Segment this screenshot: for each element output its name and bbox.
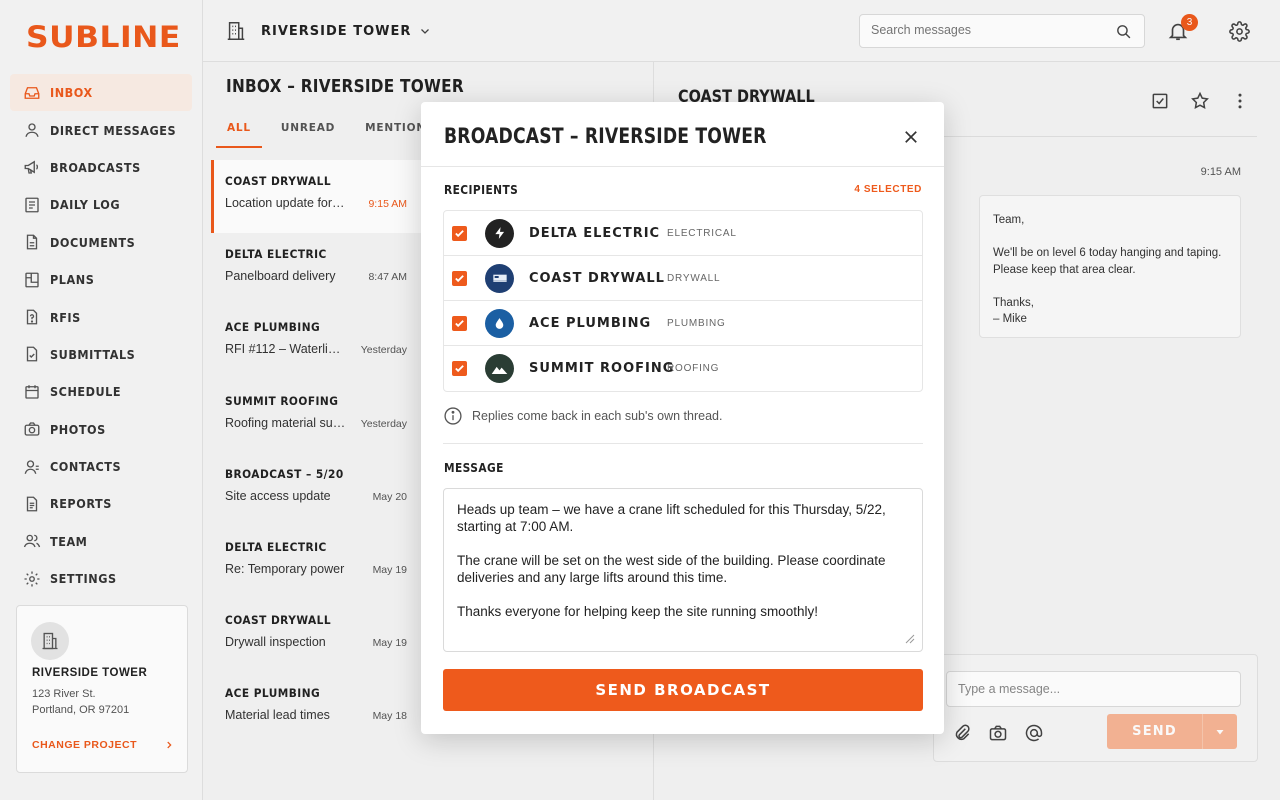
resize-grip-icon[interactable] bbox=[905, 634, 915, 644]
recipient-trade: PLUMBING bbox=[667, 317, 726, 329]
broadcast-message-textarea[interactable]: Heads up team – we have a crane lift sch… bbox=[443, 488, 923, 652]
recipient-row-summit-roofing[interactable]: SUMMIT ROOFING ROOFING bbox=[444, 346, 922, 391]
recipient-trade: DRYWALL bbox=[667, 272, 721, 284]
recipients-label: RECIPIENTS bbox=[444, 182, 519, 197]
recipient-name: SUMMIT ROOFING bbox=[529, 361, 675, 376]
recipient-name: DELTA ELECTRIC bbox=[529, 225, 661, 241]
modal-title: BROADCAST – RIVERSIDE TOWER bbox=[444, 124, 767, 148]
broadcast-modal: BROADCAST – RIVERSIDE TOWER RECIPIENTS 4… bbox=[421, 102, 944, 734]
recipient-name: ACE PLUMBING bbox=[529, 315, 652, 331]
checkbox-checked-icon[interactable] bbox=[452, 315, 467, 331]
message-label: MESSAGE bbox=[444, 460, 504, 475]
recipient-row-coast-drywall[interactable]: COAST DRYWALL DRYWALL bbox=[444, 256, 922, 301]
close-icon[interactable] bbox=[902, 128, 920, 146]
water-drop-icon bbox=[485, 308, 514, 338]
checkbox-checked-icon[interactable] bbox=[452, 270, 467, 286]
mountain-icon bbox=[485, 354, 514, 383]
truck-icon bbox=[485, 263, 514, 293]
lightning-icon bbox=[485, 218, 514, 248]
recipient-row-delta-electric[interactable]: DELTA ELECTRIC ELECTRICAL bbox=[444, 211, 922, 256]
selected-count: 4 SELECTED bbox=[854, 184, 922, 195]
checkbox-checked-icon[interactable] bbox=[452, 225, 467, 241]
recipient-trade: ROOFING bbox=[667, 363, 720, 374]
send-broadcast-button[interactable]: SEND BROADCAST bbox=[443, 669, 923, 711]
recipient-row-ace-plumbing[interactable]: ACE PLUMBING PLUMBING bbox=[444, 301, 922, 346]
checkbox-checked-icon[interactable] bbox=[452, 361, 467, 376]
info-text: Replies come back in each sub's own thre… bbox=[472, 409, 723, 423]
recipient-name: COAST DRYWALL bbox=[529, 270, 665, 286]
info-note: Replies come back in each sub's own thre… bbox=[443, 406, 722, 426]
divider bbox=[421, 166, 944, 167]
recipient-list: DELTA ELECTRIC ELECTRICAL COAST DRYWALL … bbox=[443, 210, 923, 392]
info-icon bbox=[443, 406, 463, 426]
divider bbox=[443, 443, 923, 444]
recipient-trade: ELECTRICAL bbox=[667, 227, 737, 239]
